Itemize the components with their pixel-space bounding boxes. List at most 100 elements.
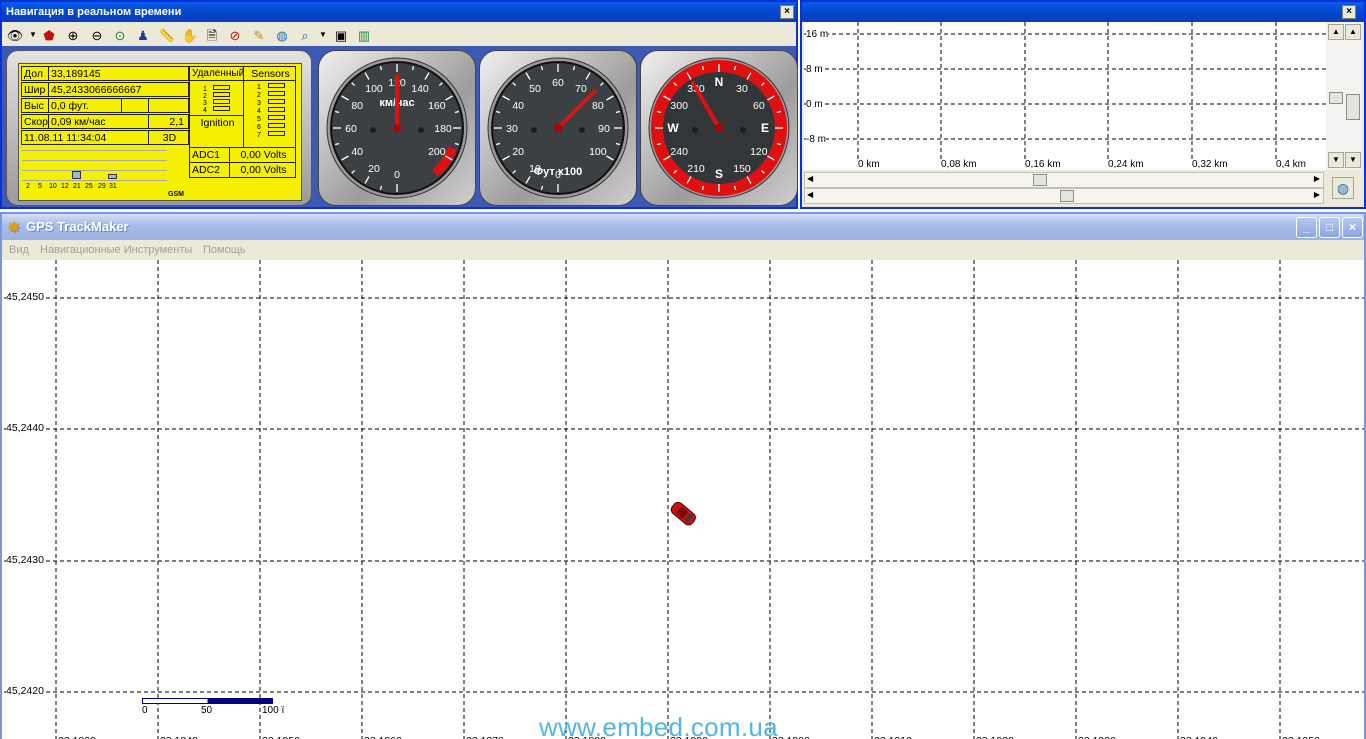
- scroll-down-icon[interactable]: ▼: [1345, 152, 1361, 168]
- gauge-tick-label: 140: [411, 83, 429, 95]
- ignition-label: Ignition: [189, 115, 244, 148]
- satellite-signal-bar: [108, 174, 117, 179]
- compass-frame: N3060E120150S210240W300330: [640, 50, 798, 206]
- gauge-tick-label: 0: [394, 169, 400, 181]
- ruler-icon[interactable]: 📏: [158, 26, 176, 44]
- globe-icon[interactable]: ◍: [1332, 177, 1354, 199]
- sensor-indicator: [268, 99, 285, 104]
- sensor-row-number: 5: [257, 116, 261, 123]
- zoom-in-icon[interactable]: ⊕: [64, 26, 82, 44]
- menu-navigation-tools[interactable]: Навигационные Инструменты: [40, 244, 192, 256]
- satellite-id-label: 21: [73, 183, 81, 190]
- scroll-left-icon[interactable]: ◀: [807, 190, 813, 199]
- chart-horizontal-scrollbar-2[interactable]: ◀ ▶: [804, 188, 1324, 204]
- gauge-tick-label: 200: [428, 146, 446, 158]
- nav-toolbar: 👁 ▼ ⬟ ⊕ ⊖ ⊙ ♟ 📏 ✋ 🗎 ⊘ ✎ ◍ ⌕ ▼ ▣ ▥: [2, 24, 796, 46]
- scroll-down-icon[interactable]: ▼: [1328, 152, 1344, 168]
- sensor-row-number: 3: [257, 100, 261, 107]
- chart-vertical-scrollbars[interactable]: ▲ ▼ ▲ ▼: [1326, 22, 1362, 170]
- maximize-button[interactable]: □: [1319, 217, 1340, 238]
- scroll-up-icon[interactable]: ▲: [1328, 24, 1344, 40]
- eye-icon[interactable]: 👁: [6, 26, 24, 44]
- alt-blank-cell: [148, 98, 189, 113]
- gauge-screw: [370, 127, 376, 133]
- scroll-left-icon[interactable]: ◀: [807, 174, 813, 183]
- gauge-tick-label: 300: [670, 100, 688, 112]
- gauge-tick-label: 80: [351, 100, 363, 112]
- file-icon[interactable]: 🗎: [203, 26, 221, 44]
- zoom-out-icon[interactable]: ⊖: [88, 26, 106, 44]
- chart-horizontal-scrollbar-1[interactable]: ◀ ▶: [804, 172, 1324, 188]
- image-icon[interactable]: ▣: [332, 26, 350, 44]
- pencil-icon[interactable]: ✎: [250, 26, 268, 44]
- chart-y-tick-label: 16 m: [806, 29, 829, 40]
- realtime-navigation-window: Навигация в реальном времени × 👁 ▼ ⬟ ⊕ ⊖…: [0, 0, 798, 209]
- chart-y-tick-label: 8 m: [806, 64, 823, 75]
- watermark-text: www.embed.com.ua: [539, 712, 778, 739]
- gauge-hub: [554, 124, 562, 132]
- satellite-id-label: 5: [38, 183, 42, 190]
- sensor-row-number: 2: [257, 92, 261, 99]
- gauge-tick-label: 20: [512, 146, 524, 158]
- gauge-screw: [418, 127, 424, 133]
- globe-icon[interactable]: ◍: [273, 26, 291, 44]
- scale-label-start: 0: [142, 705, 148, 716]
- gauge-screw: [740, 127, 746, 133]
- satellite-id-label: 29: [98, 183, 106, 190]
- gauge-hub: [715, 124, 723, 132]
- chart-x-tick-label: 0,16 km: [1025, 159, 1061, 170]
- minimize-button[interactable]: _: [1296, 217, 1317, 238]
- scale-label-mid: 50: [201, 705, 213, 716]
- sensors-header: Sensors: [243, 66, 296, 81]
- search-icon[interactable]: ⌕: [296, 26, 314, 44]
- people-icon[interactable]: ♟: [134, 26, 152, 44]
- scale-bar: [142, 698, 273, 704]
- hand-icon[interactable]: ✋: [181, 26, 199, 44]
- chart-x-tick-label: 0,08 km: [941, 159, 977, 170]
- gauge-tick-label: 100: [589, 146, 607, 158]
- columns-icon[interactable]: ▥: [355, 26, 373, 44]
- shield-icon[interactable]: ⬟: [40, 26, 58, 44]
- signal-gridline: [22, 170, 167, 171]
- adc1-value: 0,00 Volts: [229, 147, 296, 163]
- chart-window-close-button[interactable]: ×: [1342, 5, 1356, 19]
- trackmaker-title: GPS TrackMaker: [26, 219, 129, 234]
- sensor-indicator: [268, 83, 285, 88]
- satellite-id-label: 12: [61, 183, 69, 190]
- scroll-thumb[interactable]: [1329, 92, 1343, 104]
- adc2-label: ADC2: [189, 162, 230, 178]
- gauge-tick-label: S: [715, 167, 723, 181]
- scroll-thumb[interactable]: [1033, 174, 1047, 186]
- gauge-tick-label: 60: [753, 100, 765, 112]
- close-button[interactable]: ×: [1342, 217, 1363, 238]
- remote-row-number: 4: [203, 107, 207, 114]
- lat-label: 45,2440: [6, 422, 44, 434]
- signal-gridline: [22, 180, 167, 181]
- map-canvas[interactable]: 45,2450 45,2440 45,2430 45,2420 0 50 100…: [4, 260, 1364, 739]
- stop-icon[interactable]: ⊘: [226, 26, 244, 44]
- gsm-label: GSM: [168, 191, 184, 198]
- sensor-indicator: [268, 131, 285, 136]
- gauge-hub: [393, 124, 401, 132]
- gauge-tick-label: N: [715, 75, 724, 89]
- scroll-thumb[interactable]: [1346, 94, 1360, 120]
- nav-window-close-button[interactable]: ×: [780, 5, 794, 19]
- scroll-up-icon[interactable]: ▲: [1345, 24, 1361, 40]
- gauge-tick-label: 160: [428, 100, 446, 112]
- scroll-right-icon[interactable]: ▶: [1314, 190, 1320, 199]
- vehicle-car-icon[interactable]: [666, 497, 700, 531]
- globe-pin-icon[interactable]: ⊙: [111, 26, 129, 44]
- dropdown-arrow-icon[interactable]: ▼: [314, 26, 332, 44]
- remote-row-number: 3: [203, 100, 207, 107]
- chart-window-title: [802, 2, 1364, 22]
- menu-view[interactable]: Вид: [9, 244, 29, 256]
- scroll-thumb[interactable]: [1060, 190, 1074, 202]
- menu-help[interactable]: Помощь: [203, 244, 246, 256]
- sensor-row-number: 1: [257, 84, 261, 91]
- scroll-right-icon[interactable]: ▶: [1314, 174, 1320, 183]
- satellite-id-label: 25: [85, 183, 93, 190]
- gauge-tick-label: 210: [687, 163, 705, 175]
- lat-value: 45,2433066666667: [48, 82, 189, 97]
- elevation-profile-window: × 16 m 8 m 0 m -8 m 0 km 0,08 km 0,16 km 0,24 k…: [800, 0, 1366, 209]
- remote-indicator: [213, 106, 230, 111]
